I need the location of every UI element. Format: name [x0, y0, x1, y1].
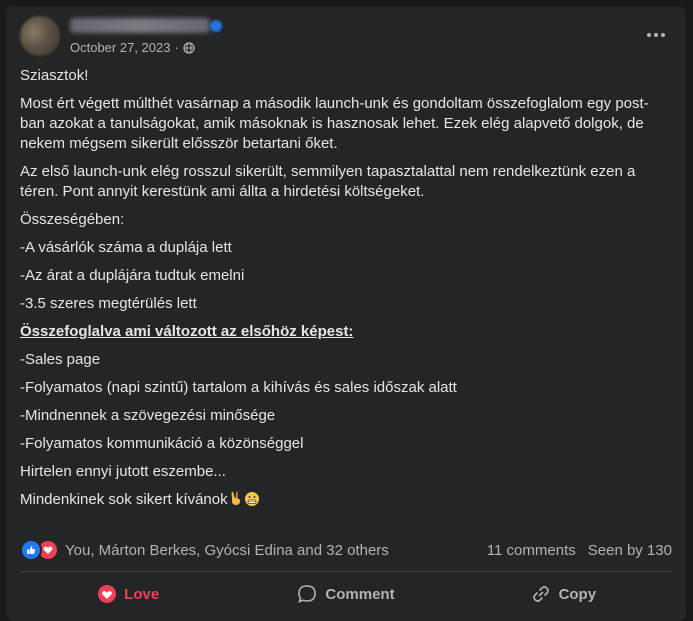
verified-badge-icon	[210, 20, 222, 32]
post-paragraph: -Mindnennek a szövegezési minősége	[20, 407, 276, 424]
globe-icon	[183, 41, 195, 54]
post-paragraph: Most ért végett múlthét vasárnap a másod…	[20, 95, 649, 152]
post-paragraph: -Folyamatos (napi szintű) tartalom a kih…	[20, 379, 457, 396]
copy-button-label: Copy	[558, 585, 597, 603]
more-dot-icon	[661, 33, 665, 37]
post-paragraph: Hirtelen ennyi jutott eszembe...	[20, 463, 226, 480]
more-dot-icon	[654, 33, 658, 37]
seen-by-count[interactable]: Seen by 130	[588, 542, 672, 559]
author-avatar[interactable]	[20, 16, 60, 56]
post-body: Sziasztok! Most ért végett múlthét vasár…	[20, 66, 660, 518]
post-paragraph: -Sales page	[20, 351, 101, 368]
post-date[interactable]: October 27, 2023	[70, 40, 170, 55]
actions-divider	[20, 571, 672, 572]
post-paragraph: Sziasztok!	[20, 67, 89, 84]
meta-separator: ·	[174, 40, 179, 55]
post-closing: Mindenkinek sok sikert kívánok	[20, 490, 660, 510]
grimace-emoji-icon	[244, 492, 259, 506]
reaction-counts: 11 comments Seen by 130	[487, 542, 672, 559]
post-paragraph: -A vásárlók száma a duplája lett	[20, 239, 232, 256]
more-dot-icon	[647, 33, 651, 37]
post-actions: Love Comment Copy	[20, 576, 672, 612]
author-name-blurred[interactable]	[70, 18, 210, 33]
comment-button[interactable]: Comment	[237, 576, 454, 612]
comment-bubble-icon	[298, 585, 317, 603]
post-header: October 27, 2023 ·	[20, 16, 672, 60]
comments-count-link[interactable]: 11 comments	[487, 542, 576, 559]
reactions-summary[interactable]: You, Márton Berkes, Gyócsi Edina and 32 …	[65, 542, 389, 559]
love-button-label: Love	[124, 585, 160, 603]
link-icon	[532, 586, 549, 602]
post-paragraph: -Az árat a duplájára tudtuk emelni	[20, 267, 245, 284]
comment-button-label: Comment	[325, 585, 395, 603]
love-heart-icon	[98, 585, 117, 603]
post-paragraph: -3.5 szeres megtérülés lett	[20, 295, 197, 312]
post-card: October 27, 2023 · Sziasztok! Most ért v…	[6, 6, 686, 621]
post-paragraph: Összeségében:	[20, 211, 125, 228]
like-reaction-icon	[20, 539, 42, 561]
love-button[interactable]: Love	[20, 576, 237, 612]
more-options-button[interactable]	[642, 24, 670, 46]
post-heading-underlined: Összefoglalva ami változott az elsőhöz k…	[20, 323, 354, 340]
post-meta: October 27, 2023 ·	[70, 40, 195, 55]
victory-hand-emoji-icon	[231, 491, 240, 505]
copy-button[interactable]: Copy	[455, 576, 672, 612]
post-paragraph: Az első launch-unk elég rosszul sikerült…	[20, 163, 636, 200]
reaction-icons[interactable]	[20, 539, 59, 561]
post-paragraph: -Folyamatos kommunikáció a közönséggel	[20, 435, 304, 452]
post-closing-text: Mindenkinek sok sikert kívánok	[20, 491, 228, 508]
reactions-bar: You, Márton Berkes, Gyócsi Edina and 32 …	[20, 539, 672, 561]
